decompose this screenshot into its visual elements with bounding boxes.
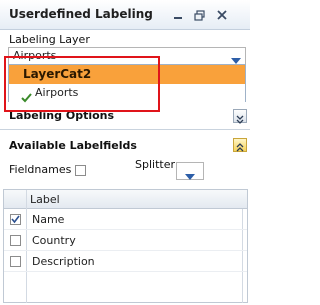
- row-checkbox[interactable]: [10, 235, 21, 246]
- restore-icon[interactable]: [192, 8, 206, 22]
- minimize-icon[interactable]: [171, 8, 185, 22]
- dropdown-option-airports[interactable]: Airports: [9, 84, 245, 103]
- checkmark-icon: [21, 88, 32, 103]
- title-bar: Userdefined Labeling: [0, 0, 250, 30]
- labeling-options-header[interactable]: Labeling Options: [0, 107, 250, 125]
- chevron-down-icon[interactable]: [229, 51, 243, 64]
- row-label: Country: [32, 234, 76, 247]
- splitter-select[interactable]: [176, 162, 204, 180]
- table-row[interactable]: Description: [4, 251, 247, 272]
- row-label: Description: [32, 255, 95, 268]
- panel-title: Userdefined Labeling: [9, 7, 153, 21]
- close-icon[interactable]: [215, 8, 229, 22]
- row-checkbox-checked[interactable]: [10, 214, 21, 225]
- dropdown-option-label: Airports: [35, 86, 79, 99]
- row-label: Name: [32, 213, 65, 226]
- splitter-label: Splitter: [135, 158, 175, 171]
- dropdown-option-layercat2[interactable]: LayerCat2: [9, 65, 245, 84]
- row-checkbox[interactable]: [10, 256, 21, 267]
- chevron-down-icon[interactable]: [183, 167, 197, 186]
- grid-header: Label: [4, 190, 247, 209]
- section-divider: [0, 129, 250, 130]
- userdefined-labeling-panel: Userdefined Labeling Labeling Layer Airp…: [0, 0, 250, 305]
- table-row[interactable]: Name: [4, 209, 247, 230]
- labeling-layer-value: Airports: [13, 49, 57, 62]
- expand-icon[interactable]: [233, 109, 247, 124]
- available-labelfields-label: Available Labelfields: [9, 139, 137, 152]
- dropdown-option-label: LayerCat2: [23, 67, 92, 81]
- labeling-options-label: Labeling Options: [9, 109, 115, 122]
- labeling-layer-dropdown-list: LayerCat2 Airports: [8, 64, 246, 103]
- labelfields-grid: Label Name Country Description: [3, 189, 248, 303]
- collapse-icon[interactable]: [233, 138, 247, 152]
- labeling-layer-select[interactable]: Airports: [8, 47, 246, 65]
- table-row[interactable]: Country: [4, 230, 247, 251]
- grid-column-header-label[interactable]: Label: [30, 193, 60, 206]
- fieldnames-checkbox[interactable]: [75, 165, 86, 176]
- fieldnames-label: Fieldnames: [9, 163, 72, 176]
- labeling-layer-label: Labeling Layer: [9, 33, 90, 46]
